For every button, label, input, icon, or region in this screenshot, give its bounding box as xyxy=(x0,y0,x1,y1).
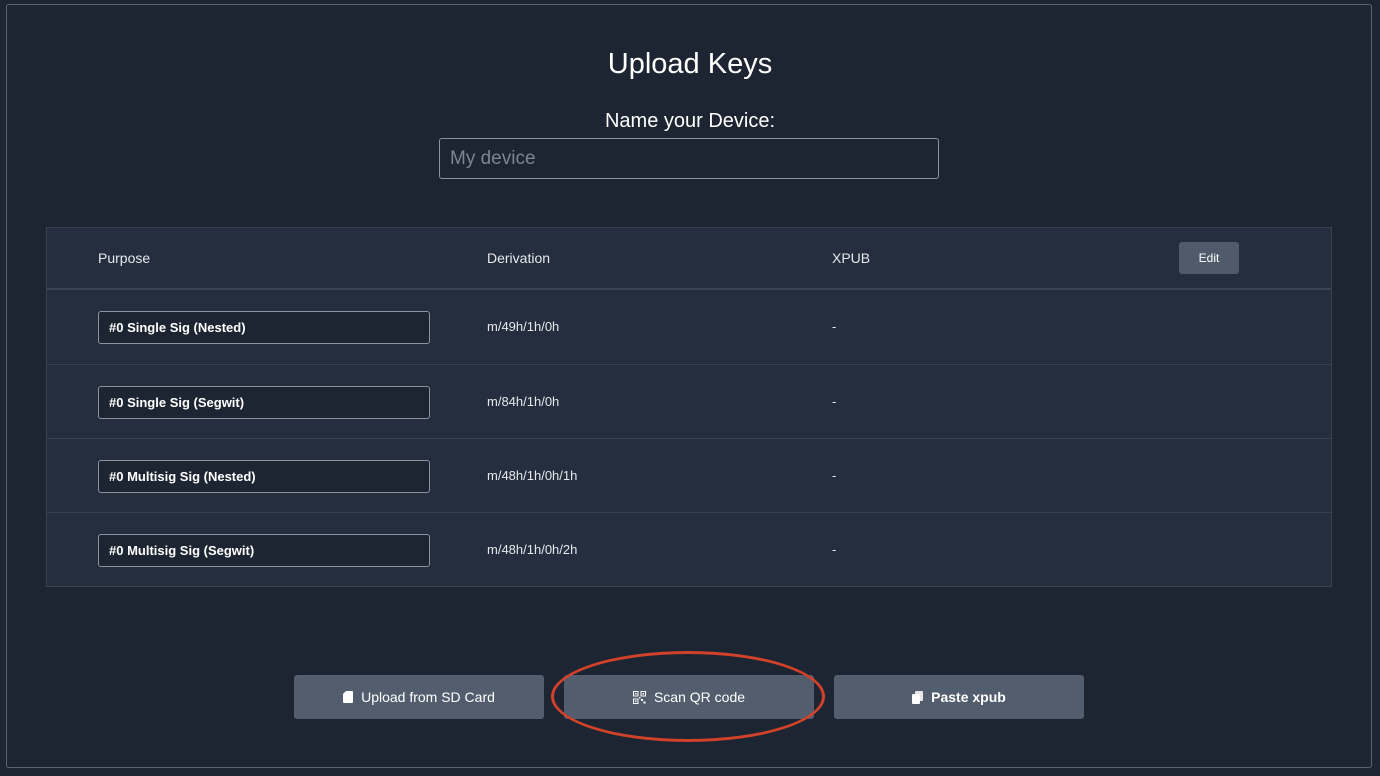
clipboard-icon xyxy=(912,690,924,704)
xpub-cell: - xyxy=(832,542,837,557)
purpose-input[interactable] xyxy=(98,534,430,567)
header-xpub: XPUB xyxy=(832,250,871,266)
sd-card-icon xyxy=(343,691,354,703)
edit-button[interactable]: Edit xyxy=(1179,242,1239,274)
qr-code-icon xyxy=(632,690,646,704)
paste-xpub-button[interactable]: Paste xpub xyxy=(834,675,1084,719)
derivation-cell: m/48h/1h/0h/2h xyxy=(487,542,578,557)
header-derivation: Derivation xyxy=(487,250,551,266)
page-title: Upload Keys xyxy=(607,48,773,80)
purpose-input[interactable] xyxy=(98,311,430,344)
table-row: m/49h/1h/0h - xyxy=(47,290,1331,364)
xpub-cell: - xyxy=(832,394,837,409)
device-name-input[interactable] xyxy=(439,138,939,179)
purpose-input[interactable] xyxy=(98,386,430,419)
xpub-cell: - xyxy=(832,468,837,483)
scan-qr-code-label: Scan QR code xyxy=(653,689,746,705)
table-row: m/84h/1h/0h - xyxy=(47,364,1331,438)
upload-sd-card-button[interactable]: Upload from SD Card xyxy=(294,675,544,719)
purpose-input[interactable] xyxy=(98,460,430,493)
derivation-cell: m/49h/1h/0h xyxy=(487,319,560,334)
table-header: Purpose Derivation XPUB Edit xyxy=(47,228,1331,290)
header-purpose: Purpose xyxy=(98,250,151,266)
derivation-cell: m/48h/1h/0h/1h xyxy=(487,468,578,483)
paste-xpub-label: Paste xpub xyxy=(931,689,1006,705)
keys-table: Purpose Derivation XPUB Edit m/49h/1h/0h… xyxy=(46,227,1332,587)
derivation-cell: m/84h/1h/0h xyxy=(487,394,560,409)
scan-qr-code-button[interactable]: Scan QR code xyxy=(564,675,814,719)
device-name-label: Name your Device: xyxy=(604,110,776,132)
table-row: m/48h/1h/0h/1h - xyxy=(47,438,1331,512)
upload-sd-card-label: Upload from SD Card xyxy=(361,689,495,705)
table-row: m/48h/1h/0h/2h - xyxy=(47,512,1331,586)
xpub-cell: - xyxy=(832,319,837,334)
